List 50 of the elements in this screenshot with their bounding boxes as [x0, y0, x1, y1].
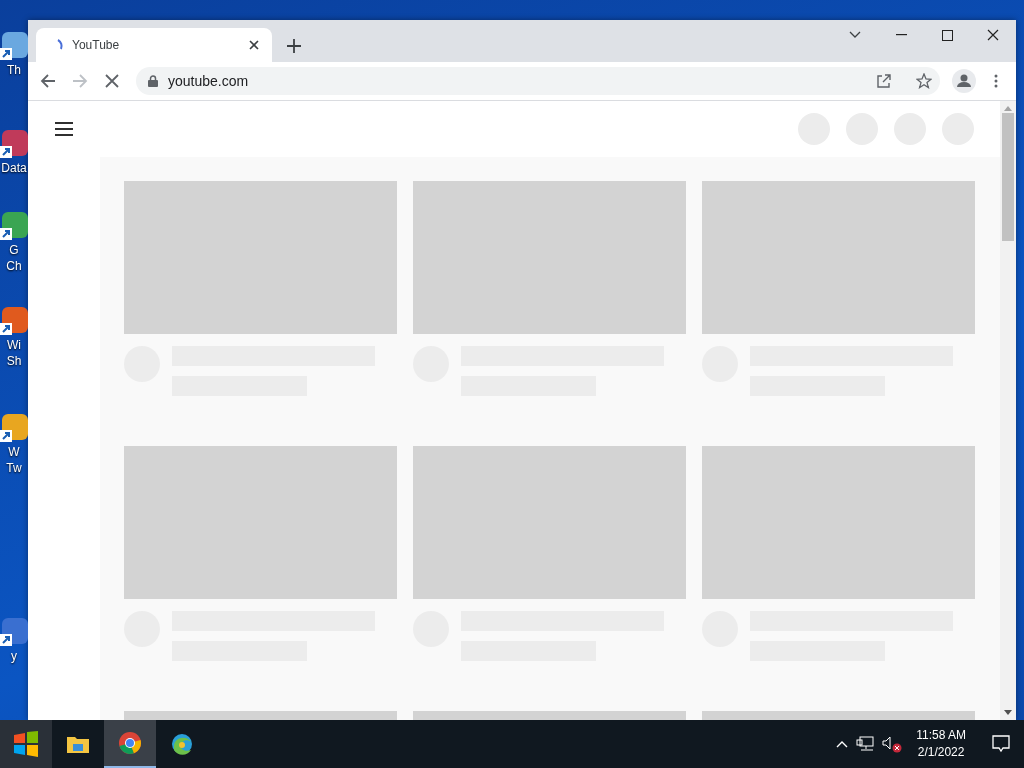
- icon-label: Th: [7, 62, 21, 78]
- folder-icon: [66, 734, 90, 754]
- icon-label: y: [11, 648, 17, 664]
- shortcut-icon[interactable]: [0, 616, 28, 648]
- loading-spinner-icon: [56, 39, 64, 51]
- profile-button[interactable]: [950, 67, 978, 95]
- shortcut-icon[interactable]: [0, 412, 28, 444]
- icon-label: Tw: [6, 460, 22, 476]
- scrollbar[interactable]: [1000, 101, 1016, 720]
- caret-up-icon[interactable]: [836, 740, 849, 748]
- chrome-icon: [118, 731, 142, 755]
- icon-label: Sh: [6, 353, 22, 369]
- stop-icon: [105, 74, 119, 88]
- muted-speaker-icon[interactable]: [882, 735, 903, 753]
- shortcut-icon[interactable]: [0, 210, 28, 242]
- close-icon: [249, 40, 259, 50]
- icon-label: Data: [1, 160, 27, 176]
- start-button[interactable]: [0, 720, 52, 768]
- maximize-icon: [941, 29, 953, 41]
- close-icon: [987, 29, 999, 41]
- shortcut-icon[interactable]: [0, 305, 28, 337]
- lock-icon: [148, 75, 158, 87]
- notifications-icon[interactable]: [992, 735, 1010, 753]
- bookmark-star-icon[interactable]: [916, 73, 932, 89]
- chevron-down-icon: [849, 31, 861, 39]
- share-icon[interactable]: [876, 73, 892, 89]
- network-icon[interactable]: [856, 736, 875, 752]
- tab-title: YouTube: [72, 38, 121, 52]
- address-bar[interactable]: youtube.com: [136, 67, 940, 95]
- minimize-icon: [895, 34, 907, 36]
- back-arrow-icon: [40, 73, 56, 89]
- shortcut-icon[interactable]: [0, 30, 28, 62]
- clock[interactable]: 11:58 AM 2/1/2022: [910, 727, 972, 761]
- kebab-menu-icon: [994, 74, 998, 88]
- menu-icon: [55, 122, 73, 136]
- icon-label: G: [9, 242, 19, 258]
- forward-arrow-icon: [72, 73, 88, 89]
- icon-label: W: [8, 444, 20, 460]
- icon-label: Ch: [6, 258, 22, 274]
- profile-icon: [952, 69, 976, 93]
- browser-tab[interactable]: YouTube: [36, 28, 272, 62]
- plus-icon: [287, 39, 301, 53]
- windows-logo-icon: [12, 731, 40, 757]
- icon-label: Wi: [7, 337, 21, 353]
- scroll-down-icon: [1004, 710, 1012, 716]
- scrollbar-thumb[interactable]: [1002, 113, 1014, 241]
- taskbar-app-button[interactable]: [104, 720, 156, 768]
- shortcut-icon[interactable]: [0, 128, 28, 160]
- scroll-up-icon: [1004, 105, 1012, 111]
- edge-icon: [170, 732, 194, 756]
